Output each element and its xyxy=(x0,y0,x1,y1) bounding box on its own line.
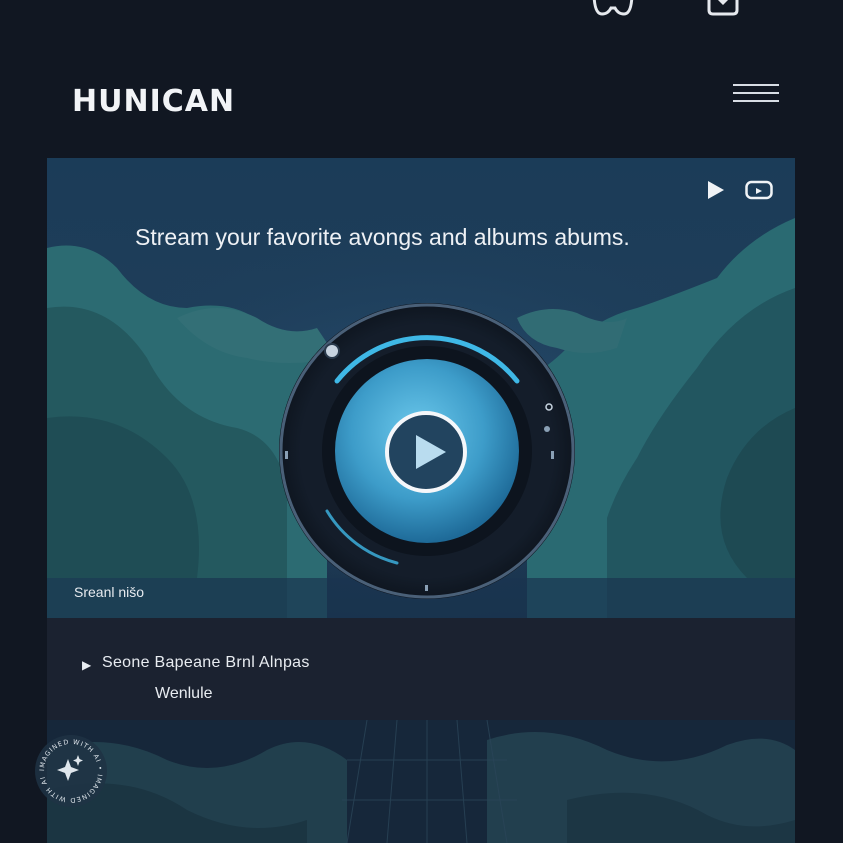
track-list-item[interactable]: ▶ Seone Bapeane Brnl Alnpas Wenlule xyxy=(47,618,795,720)
hamburger-menu-icon[interactable] xyxy=(733,84,779,104)
track-subtitle: Wenlule xyxy=(155,685,213,702)
hero-caption: Sreanl nišo xyxy=(74,584,145,600)
imagined-with-ai-watermark: IMAGINED WITH AI • IMAGINED WITH AI • xyxy=(31,727,109,809)
youtube-icon[interactable] xyxy=(745,180,773,205)
play-icon[interactable] xyxy=(707,180,725,205)
hero-banner: Stream your favorite avongs and albums a… xyxy=(47,158,795,618)
track-title[interactable]: Seone Bapeane Brnl Alnpas xyxy=(102,654,310,672)
main-play-button[interactable] xyxy=(384,410,468,494)
play-icon[interactable]: ▶ xyxy=(82,658,91,672)
hero-title: Stream your favorite avongs and albums a… xyxy=(135,224,630,250)
brand-logo-text: HUNICAN xyxy=(72,84,236,119)
controller-icon[interactable] xyxy=(590,0,636,18)
secondary-media-card[interactable] xyxy=(47,720,795,843)
heart-badge-icon[interactable] xyxy=(705,0,741,18)
